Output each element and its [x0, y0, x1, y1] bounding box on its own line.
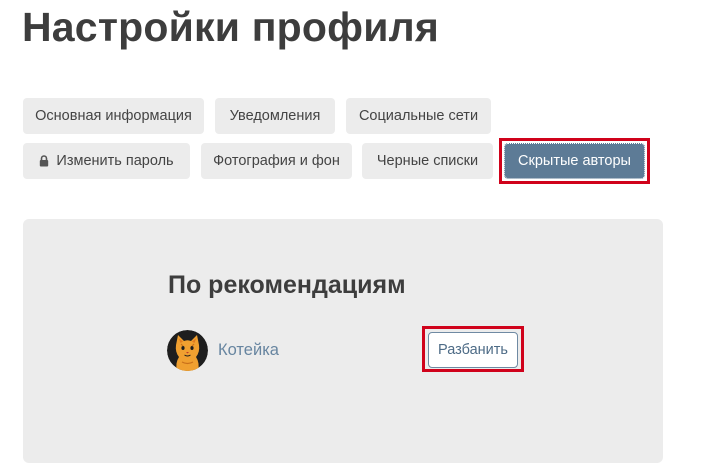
tab-label: Черные списки	[376, 153, 479, 169]
cat-avatar-icon	[167, 330, 208, 371]
tab-photo-background[interactable]: Фотография и фон	[201, 143, 352, 179]
section-title: По рекомендациям	[168, 271, 406, 299]
author-avatar[interactable]	[167, 330, 208, 371]
tab-label: Изменить пароль	[56, 153, 174, 169]
tab-label: Скрытые авторы	[518, 153, 631, 169]
unban-button[interactable]: Разбанить	[428, 332, 518, 368]
tab-blacklists[interactable]: Черные списки	[362, 143, 493, 179]
hidden-authors-panel	[23, 219, 663, 463]
page-title: Настройки профиля	[22, 4, 440, 50]
lock-icon	[40, 155, 49, 167]
author-name-link[interactable]: Котейка	[218, 341, 279, 360]
tab-notifications[interactable]: Уведомления	[215, 98, 335, 134]
tab-label: Основная информация	[35, 108, 192, 124]
tab-hidden-authors[interactable]: Скрытые авторы	[504, 143, 645, 179]
tab-label: Уведомления	[229, 108, 321, 124]
tab-label: Фотография и фон	[213, 153, 340, 169]
tab-change-password[interactable]: Изменить пароль	[23, 143, 190, 179]
tab-social-networks[interactable]: Социальные сети	[346, 98, 491, 134]
tab-basic-info[interactable]: Основная информация	[23, 98, 204, 134]
tab-label: Социальные сети	[358, 108, 479, 124]
